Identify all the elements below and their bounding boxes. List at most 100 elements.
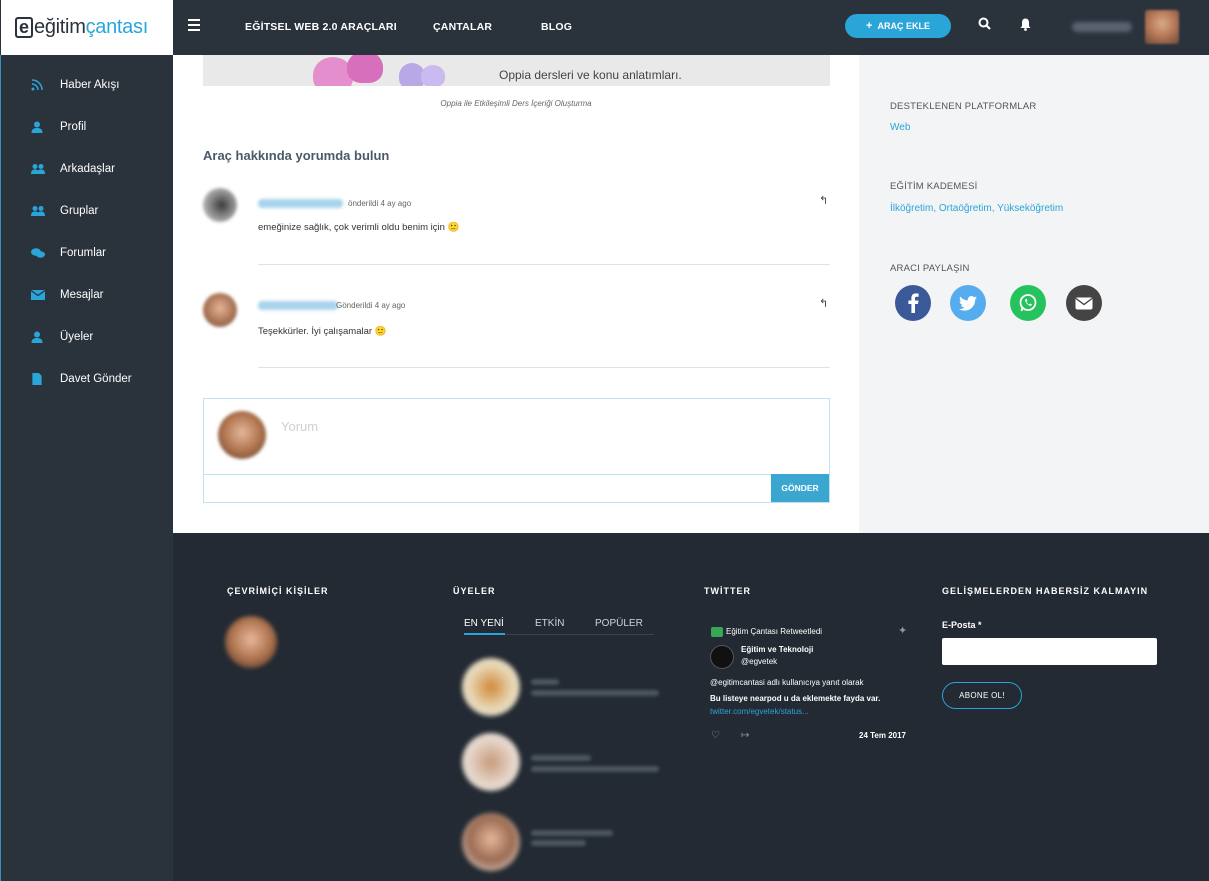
level-title: EĞİTİM KADEMESİ bbox=[890, 181, 978, 192]
comments-title: Araç hakkında yorumda bulun bbox=[203, 148, 390, 163]
forum-icon bbox=[31, 248, 45, 258]
send-comment-button[interactable]: GÖNDER bbox=[771, 474, 829, 502]
tab-newest[interactable]: EN YENİ bbox=[464, 618, 504, 629]
platforms-title: DESTEKLENEN PLATFORMLAR bbox=[890, 101, 1037, 112]
twitter-title: TWİTTER bbox=[704, 586, 751, 596]
level-value[interactable]: İlköğretim, Ortaöğretim, Yükseköğretim bbox=[890, 203, 1063, 214]
tweet-author-avatar[interactable] bbox=[710, 645, 734, 669]
whatsapp-icon bbox=[1019, 294, 1037, 312]
add-tool-label: ARAÇ EKLE bbox=[877, 21, 930, 31]
user-avatar[interactable] bbox=[1145, 10, 1179, 44]
sidebar-item-label: Haber Akışı bbox=[60, 79, 120, 91]
share-icon[interactable]: ↦ bbox=[741, 730, 749, 741]
member-name[interactable] bbox=[531, 679, 559, 685]
member-name[interactable] bbox=[531, 755, 591, 761]
tool-info-panel: DESTEKLENEN PLATFORMLAR Web EĞİTİM KADEM… bbox=[859, 55, 1209, 533]
form-divider bbox=[204, 474, 829, 475]
facebook-share-button[interactable] bbox=[895, 285, 931, 321]
comment-author[interactable] bbox=[258, 199, 343, 208]
sidebar-item-news-feed[interactable]: Haber Akışı bbox=[1, 75, 174, 95]
mail-icon bbox=[31, 290, 45, 300]
logo[interactable]: e eğitim çantası bbox=[0, 0, 173, 55]
user-name[interactable] bbox=[1072, 22, 1132, 32]
sidebar-item-messages[interactable]: Mesajlar bbox=[1, 285, 174, 305]
member-name[interactable] bbox=[531, 830, 613, 836]
comment-author[interactable] bbox=[258, 301, 338, 310]
tab-active[interactable]: ETKİN bbox=[535, 618, 564, 629]
comment-divider bbox=[258, 264, 830, 265]
email-share-button[interactable] bbox=[1066, 285, 1102, 321]
reply-icon[interactable]: ↰ bbox=[819, 194, 828, 207]
subscribe-button[interactable]: ABONE OL! bbox=[942, 682, 1022, 709]
member-avatar[interactable] bbox=[462, 813, 520, 871]
comment-input[interactable]: Yorum bbox=[281, 419, 318, 434]
sidebar-item-forums[interactable]: Forumlar bbox=[1, 243, 174, 263]
tweet-handle[interactable]: @egvetek bbox=[741, 657, 777, 666]
comment-meta: Gönderildi 4 ay ago bbox=[336, 301, 406, 310]
member-meta bbox=[531, 840, 586, 846]
butterfly-image bbox=[421, 65, 445, 86]
member-avatar[interactable] bbox=[462, 733, 520, 791]
comment-avatar[interactable] bbox=[203, 188, 237, 222]
twitter-bird-icon[interactable]: ✦ bbox=[898, 624, 907, 637]
members-icon bbox=[31, 331, 43, 343]
nav-bags[interactable]: ÇANTALAR bbox=[433, 21, 492, 33]
comment-avatar[interactable] bbox=[203, 293, 237, 327]
retweet-icon bbox=[711, 627, 723, 637]
logo-text-1: eğitim bbox=[34, 16, 86, 38]
email-label: E-Posta * bbox=[942, 620, 982, 630]
member-meta bbox=[531, 766, 659, 772]
platforms-value[interactable]: Web bbox=[890, 122, 910, 133]
tweet-author[interactable]: Eğitim ve Teknoloji bbox=[741, 645, 813, 654]
user-icon bbox=[31, 121, 43, 133]
search-icon[interactable] bbox=[978, 17, 991, 30]
newsletter-title: GELİŞMELERDEN HABERSİZ KALMAYIN bbox=[942, 586, 1149, 596]
menu-icon[interactable] bbox=[188, 19, 200, 31]
main-content: Oppia dersleri ve konu anlatımları. Oppi… bbox=[173, 55, 859, 533]
footer: ÇEVRİMİÇİ KİŞİLER ÜYELER EN YENİ ETKİN P… bbox=[173, 533, 1209, 881]
logo-e-mark: e bbox=[15, 17, 33, 38]
reply-icon[interactable]: ↰ bbox=[819, 297, 828, 310]
sidebar-item-label: Üyeler bbox=[60, 331, 94, 343]
member-meta bbox=[531, 690, 659, 696]
whatsapp-share-button[interactable] bbox=[1010, 285, 1046, 321]
comment-text: Teşekkürler. İyi çalışamalar 🙂 bbox=[258, 326, 387, 337]
tweet-link[interactable]: twitter.com/egvetek/status... bbox=[710, 707, 809, 716]
bell-icon[interactable] bbox=[1020, 18, 1031, 31]
comment-divider bbox=[258, 367, 830, 368]
online-user-avatar[interactable] bbox=[225, 616, 277, 668]
twitter-icon bbox=[959, 295, 977, 311]
sidebar-item-members[interactable]: Üyeler bbox=[1, 327, 174, 347]
member-avatar[interactable] bbox=[462, 658, 520, 716]
tab-popular[interactable]: POPÜLER bbox=[595, 618, 643, 629]
email-field[interactable] bbox=[942, 638, 1157, 665]
comment-form[interactable]: Yorum GÖNDER bbox=[203, 398, 830, 503]
nav-blog[interactable]: BLOG bbox=[541, 21, 572, 33]
tweet-date[interactable]: 24 Tem 2017 bbox=[859, 731, 906, 740]
sidebar-item-friends[interactable]: Arkadaşlar bbox=[1, 159, 174, 179]
logo-text-2: çantası bbox=[85, 16, 149, 38]
image-caption: Oppia ile Etkileşimli Ders İçeriği Oluşt… bbox=[440, 99, 592, 108]
sidebar-item-profile[interactable]: Profil bbox=[1, 117, 174, 137]
twitter-share-button[interactable] bbox=[950, 285, 986, 321]
butterfly-image bbox=[347, 55, 383, 83]
preview-text: Oppia dersleri ve konu anlatımları. bbox=[499, 68, 682, 82]
envelope-icon bbox=[1075, 297, 1093, 309]
sidebar-item-groups[interactable]: Gruplar bbox=[1, 201, 174, 221]
share-title: ARACI PAYLAŞIN bbox=[890, 263, 970, 274]
tool-preview-image: Oppia dersleri ve konu anlatımları. bbox=[203, 55, 830, 86]
sidebar-item-label: Davet Gönder bbox=[60, 373, 132, 385]
document-icon bbox=[32, 373, 42, 385]
add-tool-button[interactable]: + ARAÇ EKLE bbox=[845, 14, 951, 38]
sidebar-item-label: Forumlar bbox=[60, 247, 107, 259]
sidebar: Haber Akışı Profil Arkadaşlar Gruplar Fo… bbox=[0, 55, 173, 881]
like-icon[interactable]: ♡ bbox=[711, 730, 720, 741]
tweet-reply-line: @egitimcantasi adlı kullanıcıya yanıt ol… bbox=[710, 678, 864, 687]
nav-web-tools[interactable]: EĞİTSEL WEB 2.0 ARAÇLARI bbox=[245, 21, 397, 33]
current-user-avatar bbox=[218, 411, 266, 459]
sidebar-item-label: Profil bbox=[60, 121, 87, 133]
plus-icon: + bbox=[866, 20, 873, 32]
sidebar-item-label: Gruplar bbox=[60, 205, 99, 217]
online-people-title: ÇEVRİMİÇİ KİŞİLER bbox=[227, 586, 329, 596]
sidebar-item-invite[interactable]: Davet Gönder bbox=[1, 369, 174, 389]
